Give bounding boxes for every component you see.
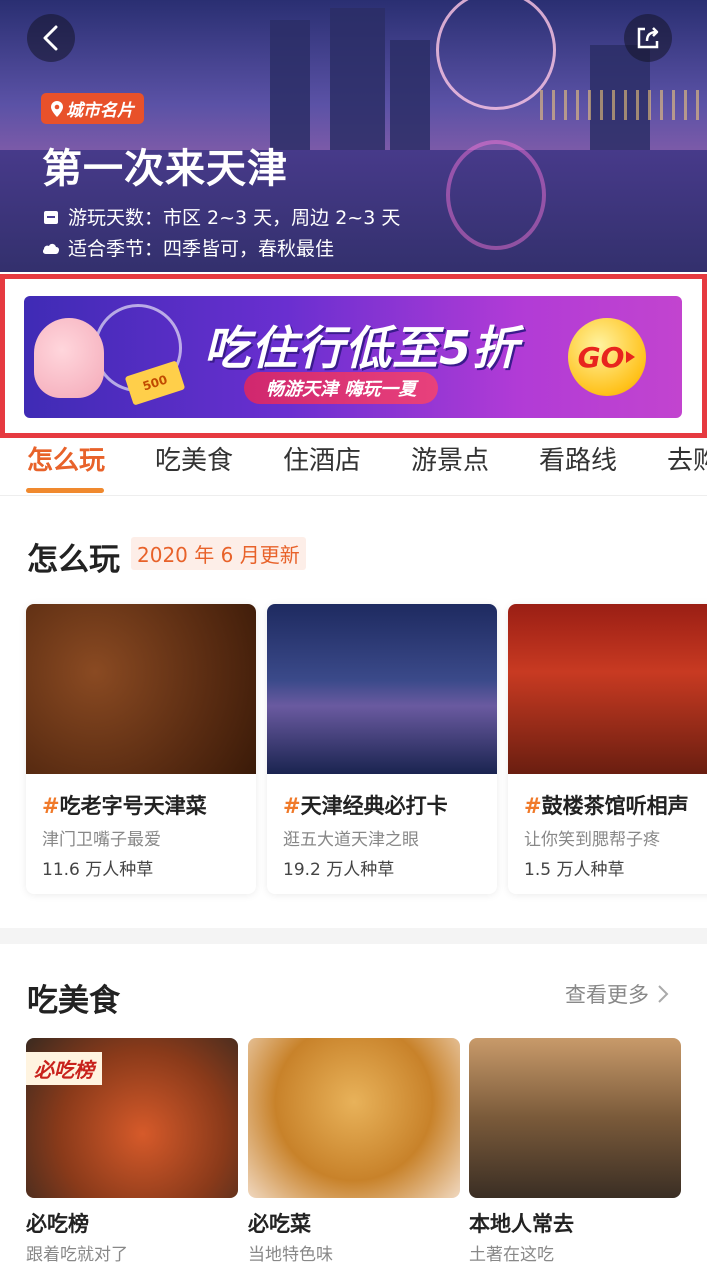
section-divider (0, 928, 707, 944)
share-icon (637, 27, 659, 49)
food-card-image[interactable] (469, 1038, 681, 1198)
calendar-icon (42, 208, 60, 226)
promo-headline: 吃住行低至5折 (204, 321, 520, 375)
play-card-subtitle: 让你笑到腮帮子疼 (524, 830, 660, 850)
play-card-subtitle: 逛五大道天津之眼 (283, 830, 419, 850)
teahouse-stage-image (508, 604, 707, 774)
play-card-count: 11.6 万人种草 (42, 860, 154, 880)
cloud-icon (42, 239, 60, 257)
go-label: GO (577, 340, 625, 374)
play-card-title: #天津经典必打卡 (283, 794, 448, 818)
food-card-image[interactable] (248, 1038, 460, 1198)
chevron-right-icon (658, 985, 669, 1003)
location-pin-icon (51, 100, 63, 117)
tab-attractions[interactable]: 游景点 (411, 440, 489, 477)
tab-shopping[interactable]: 去购 (667, 440, 707, 477)
food-card-title: 必吃榜 (26, 1212, 89, 1236)
chevron-left-icon (43, 25, 58, 51)
go-button[interactable]: GO (568, 318, 646, 396)
see-more-link[interactable]: 查看更多 (565, 979, 669, 1009)
play-card-title: #吃老字号天津菜 (42, 794, 207, 818)
play-card[interactable]: #天津经典必打卡 逛五大道天津之眼 19.2 万人种草 (267, 604, 497, 894)
play-card-count: 19.2 万人种草 (283, 860, 395, 880)
tab-how-to-play[interactable]: 怎么玩 (27, 440, 105, 477)
wheel-reflection (446, 140, 546, 250)
mascot-image (34, 318, 104, 398)
building (330, 8, 385, 150)
tab-routes[interactable]: 看路线 (539, 440, 617, 477)
city-badge-label: 城市名片 (66, 101, 134, 121)
food-card-title: 必吃菜 (248, 1212, 311, 1236)
share-button[interactable] (624, 14, 672, 62)
food-card-title: 本地人常去 (469, 1212, 574, 1236)
back-button[interactable] (27, 14, 75, 62)
tab-food[interactable]: 吃美食 (155, 440, 233, 477)
season-text: 适合季节：四季皆可，春秋最佳 (68, 238, 335, 260)
play-arrow-icon (626, 351, 636, 363)
update-badge: 2020 年 6 月更新 (131, 537, 306, 570)
building (270, 20, 310, 150)
play-card-count: 1.5 万人种草 (524, 860, 625, 880)
braised-meat-image (26, 604, 256, 774)
play-days-info: 游玩天数：市区 2~3 天，周边 2~3 天 (42, 203, 400, 230)
category-tabs: 怎么玩 吃美食 住酒店 游景点 看路线 去购 (0, 438, 707, 496)
building (390, 40, 430, 150)
tianjin-eye-night-image (267, 604, 497, 774)
play-card[interactable]: #鼓楼茶馆听相声 让你笑到腮帮子疼 1.5 万人种草 (508, 604, 707, 894)
play-card[interactable]: #吃老字号天津菜 津门卫嘴子最爱 11.6 万人种草 (26, 604, 256, 894)
season-info: 适合季节：四季皆可，春秋最佳 (42, 234, 334, 261)
active-tab-indicator (26, 488, 104, 493)
must-eat-tag: 必吃榜 (26, 1052, 102, 1085)
city-card-badge: 城市名片 (41, 93, 144, 124)
promo-banner[interactable]: 500 吃住行低至5折 畅游天津 嗨玩一夏 GO (24, 296, 682, 418)
city-lights (540, 90, 707, 120)
food-card-subtitle: 跟着吃就对了 (26, 1245, 128, 1265)
page-title: 第一次来天津 (42, 146, 288, 192)
hero-banner: 城市名片 第一次来天津 游玩天数：市区 2~3 天，周边 2~3 天 适合季节：… (0, 0, 707, 272)
see-more-label: 查看更多 (565, 983, 649, 1007)
food-card-subtitle: 当地特色味 (248, 1245, 333, 1265)
section-title-play: 怎么玩 (27, 542, 120, 578)
section-title-food: 吃美食 (27, 983, 120, 1019)
play-card-title: #鼓楼茶馆听相声 (524, 794, 689, 818)
food-card-image[interactable]: 必吃榜 (26, 1038, 238, 1198)
tab-hotels[interactable]: 住酒店 (283, 440, 361, 477)
play-card-subtitle: 津门卫嘴子最爱 (42, 830, 161, 850)
food-card-subtitle: 土著在这吃 (469, 1245, 554, 1265)
play-days-text: 游玩天数：市区 2~3 天，周边 2~3 天 (68, 207, 401, 229)
promo-subtitle: 畅游天津 嗨玩一夏 (244, 372, 439, 404)
